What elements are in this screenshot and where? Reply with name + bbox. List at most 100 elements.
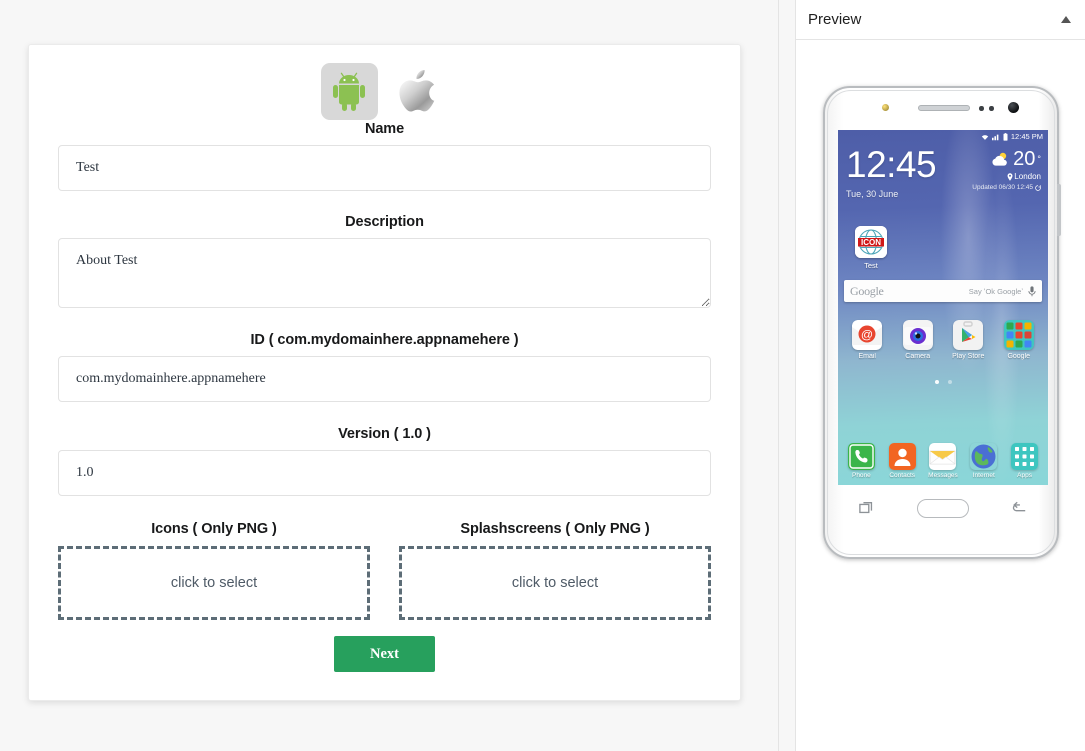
internet-icon xyxy=(970,443,997,470)
description-label: Description xyxy=(345,214,424,230)
id-label: ID ( com.mydomainhere.appnamehere ) xyxy=(250,332,519,348)
microphone-icon xyxy=(1028,285,1036,296)
email-icon: @ xyxy=(852,320,883,350)
camera-icon xyxy=(902,320,933,350)
preview-title: Preview xyxy=(808,11,862,28)
status-bar: 12:45 PM xyxy=(838,130,1048,143)
dock-cell-internet[interactable]: Internet xyxy=(965,443,1003,479)
signal-icon xyxy=(991,134,999,140)
weather-updated: Updated 06/30 12:45 xyxy=(972,184,1033,191)
wifi-icon xyxy=(981,134,989,140)
weather-widget[interactable]: 20 ° London Updated 06/30 12:45 xyxy=(972,149,1041,191)
app-cell-google-folder[interactable]: Google xyxy=(997,320,1041,360)
preview-panel: Preview 12:45 PM 12:45 Tue, 30 June 20 °… xyxy=(795,0,1085,751)
splashscreens-label: Splashscreens ( Only PNG ) xyxy=(460,521,650,537)
battery-icon xyxy=(1003,132,1008,141)
app-label: Google xyxy=(1007,353,1031,360)
page-dot[interactable] xyxy=(947,380,952,384)
app-icon-preview: ICON xyxy=(855,226,887,258)
version-input[interactable] xyxy=(58,450,711,496)
home-page-dots xyxy=(838,380,1048,384)
app-label: Camera xyxy=(905,353,931,360)
name-input[interactable] xyxy=(58,145,711,191)
earpiece-speaker xyxy=(918,105,970,111)
splashscreens-upload-group: Splashscreens ( Only PNG ) click to sele… xyxy=(399,521,711,620)
proximity-sensor-2-icon xyxy=(989,106,994,111)
phone-screen: 12:45 PM 12:45 Tue, 30 June 20 ° London … xyxy=(838,130,1048,485)
dock-cell-apps[interactable]: Apps xyxy=(1006,443,1044,479)
light-sensor-icon xyxy=(882,104,889,111)
platform-ios-button[interactable] xyxy=(392,63,449,120)
app-label: Play Store xyxy=(952,353,985,360)
app-grid: @ Email Camera Play Store Google xyxy=(838,320,1048,360)
dock-cell-phone[interactable]: Phone xyxy=(842,443,880,479)
dock-label: Phone xyxy=(851,472,871,479)
proximity-sensor-icon xyxy=(979,106,984,111)
splashscreens-dropzone-text: click to select xyxy=(511,575,599,591)
id-input[interactable] xyxy=(58,356,711,402)
phone-preview-stage: 12:45 PM 12:45 Tue, 30 June 20 ° London … xyxy=(796,40,1085,559)
app-label: Email xyxy=(858,353,876,360)
icons-label: Icons ( Only PNG ) xyxy=(151,521,277,537)
dock-label: Internet xyxy=(972,472,995,479)
partly-cloudy-icon xyxy=(992,152,1007,166)
play-store-icon xyxy=(953,320,984,350)
app-cell-play-store[interactable]: Play Store xyxy=(946,320,990,360)
icons-dropzone-text: click to select xyxy=(170,575,258,591)
description-textarea[interactable] xyxy=(58,238,711,308)
volume-button xyxy=(1057,184,1061,236)
weather-temperature: 20 xyxy=(1013,148,1036,170)
messages-icon xyxy=(929,443,957,470)
name-label: Name xyxy=(364,121,405,137)
contacts-icon xyxy=(888,443,916,470)
refresh-icon xyxy=(1035,184,1041,191)
app-shortcut-label: Test xyxy=(864,261,878,270)
splashscreens-dropzone[interactable]: click to select xyxy=(399,546,711,620)
android-icon xyxy=(333,72,365,111)
svg-text:@: @ xyxy=(861,328,873,342)
phone-mockup: 12:45 PM 12:45 Tue, 30 June 20 ° London … xyxy=(823,86,1061,559)
back-icon xyxy=(1012,501,1026,512)
google-logo: Google xyxy=(850,283,884,298)
app-cell-camera[interactable]: Camera xyxy=(896,320,940,360)
next-button-row: Next xyxy=(58,636,711,672)
status-bar-time: 12:45 PM xyxy=(1010,132,1043,141)
next-button[interactable]: Next xyxy=(334,636,435,672)
phone-nav-bar xyxy=(838,488,1048,528)
platform-selector xyxy=(58,45,711,120)
apps-grid-icon xyxy=(1011,443,1039,470)
dock-label: Apps xyxy=(1017,472,1032,479)
clock-widget[interactable]: 12:45 Tue, 30 June 20 ° London Updated 0… xyxy=(838,146,1048,199)
dock-label: Messages xyxy=(928,472,958,479)
app-page: Name Description ID ( com.mydomainhere.a… xyxy=(0,0,1085,751)
phone-icon xyxy=(847,443,875,470)
platform-android-button[interactable] xyxy=(320,62,378,120)
phone-top-bezel xyxy=(825,88,1057,130)
svg-text:ICON: ICON xyxy=(861,238,881,247)
location-pin-icon xyxy=(1007,172,1013,181)
home-button[interactable] xyxy=(917,498,969,518)
app-shortcut[interactable]: ICON Test xyxy=(848,226,894,270)
upload-row: Icons ( Only PNG ) click to select Splas… xyxy=(58,521,711,620)
dock-label: Contacts xyxy=(889,472,916,479)
weather-city: London xyxy=(1014,172,1041,181)
apple-icon xyxy=(399,69,435,112)
app-cell-email[interactable]: @ Email xyxy=(845,320,889,360)
recents-icon xyxy=(859,502,873,514)
column-divider xyxy=(778,0,779,751)
google-search-bar[interactable]: Google Say ʻOk Googleʼ xyxy=(844,280,1042,302)
google-folder-icon xyxy=(1003,320,1034,350)
dock-cell-contacts[interactable]: Contacts xyxy=(883,443,921,479)
icons-dropzone[interactable]: click to select xyxy=(58,546,370,620)
front-camera-icon xyxy=(1008,102,1019,113)
dock-cell-messages[interactable]: Messages xyxy=(924,443,962,479)
icons-upload-group: Icons ( Only PNG ) click to select xyxy=(58,521,370,620)
google-search-hint: Say ʻOk Googleʼ xyxy=(968,286,1023,296)
weather-degree-symbol: ° xyxy=(1037,154,1041,164)
version-label: Version ( 1.0 ) xyxy=(338,426,431,442)
triangle-up-icon[interactable] xyxy=(1061,16,1071,23)
preview-header: Preview xyxy=(796,0,1085,40)
app-config-form-card: Name Description ID ( com.mydomainhere.a… xyxy=(28,44,741,701)
dock: Phone Contacts Messages Internet Apps xyxy=(838,443,1048,479)
page-dot-active[interactable] xyxy=(934,380,939,384)
